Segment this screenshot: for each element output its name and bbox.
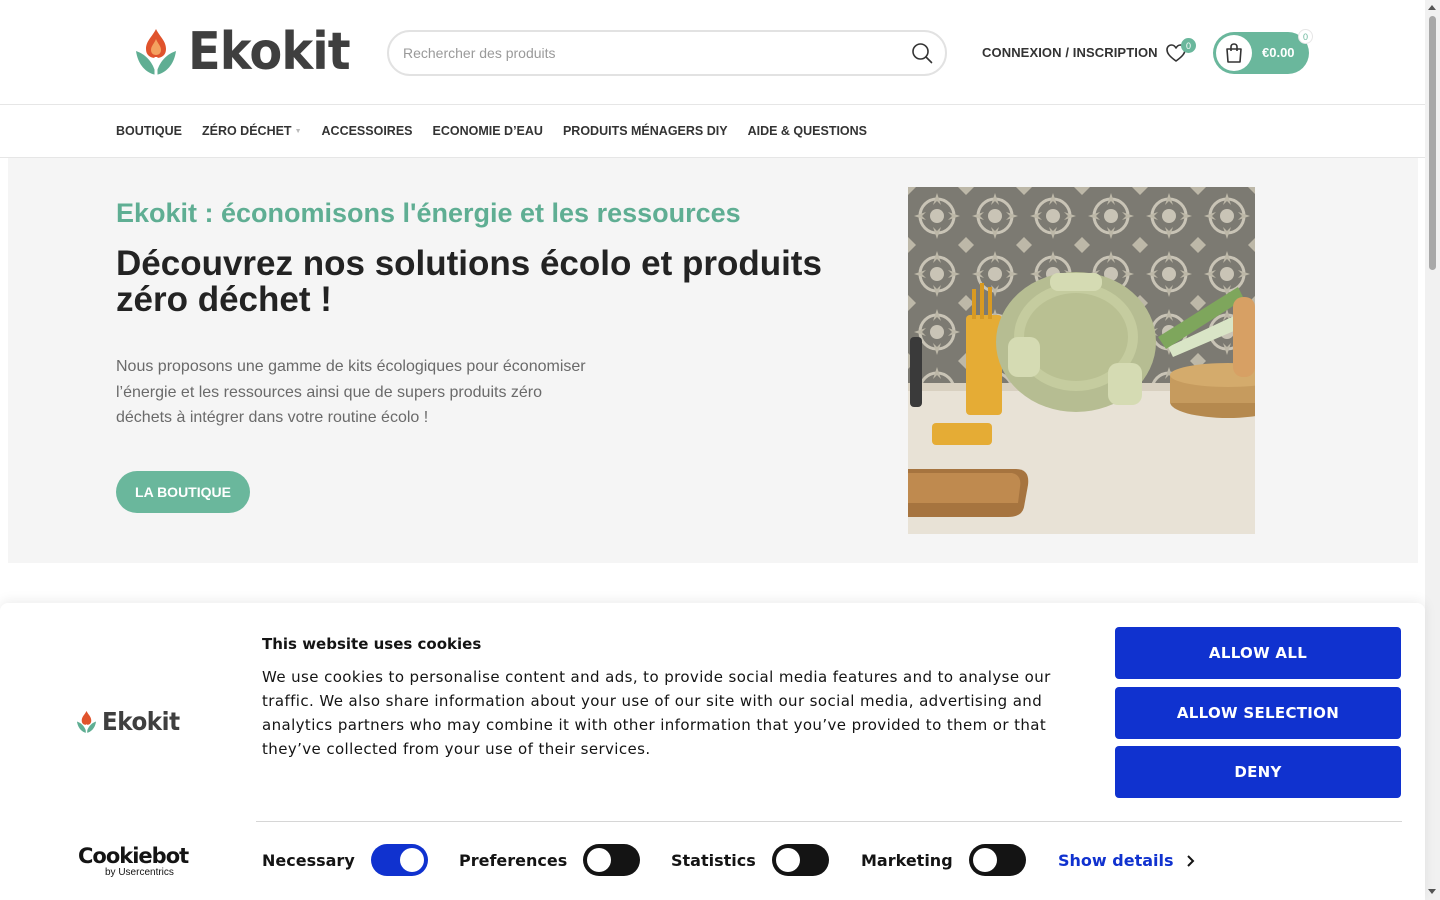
cookie-description: We use cookies to personalise content an… bbox=[262, 668, 1051, 758]
show-details-label: Show details bbox=[1058, 851, 1174, 870]
option-statistics: Statistics bbox=[671, 844, 829, 876]
scroll-down-arrow-icon[interactable] bbox=[1428, 889, 1436, 894]
allow-all-button[interactable]: ALLOW ALL bbox=[1115, 627, 1401, 679]
scrollbar-thumb[interactable] bbox=[1429, 16, 1436, 270]
logo-text: Ekokit bbox=[188, 22, 351, 82]
nav-item-accessoires[interactable]: ACCESSOIRES bbox=[322, 124, 413, 138]
cookie-divider bbox=[256, 821, 1402, 822]
cookie-logo-text: Ekokit bbox=[102, 707, 180, 736]
page-scrollbar[interactable] bbox=[1425, 0, 1440, 900]
nav-item-label: ACCESSOIRES bbox=[321, 124, 413, 138]
flame-leaf-logo-icon bbox=[136, 29, 176, 75]
cart-icon-wrap bbox=[1216, 35, 1252, 71]
allow-selection-button[interactable]: ALLOW SELECTION bbox=[1115, 687, 1401, 739]
preferences-toggle[interactable] bbox=[583, 844, 641, 876]
option-label: Statistics bbox=[671, 850, 756, 870]
cookie-banner-logo: Ekokit bbox=[76, 707, 186, 736]
toggle-knob bbox=[775, 848, 800, 872]
flame-leaf-logo-icon bbox=[76, 710, 97, 733]
option-label: Marketing bbox=[861, 850, 953, 870]
deny-button[interactable]: DENY bbox=[1115, 746, 1401, 798]
search-box bbox=[387, 30, 947, 76]
option-necessary: Necessary bbox=[262, 844, 428, 876]
main-navigation: BOUTIQUE ZÉRO DÉCHET ▼ ACCESSOIRES ECONOM… bbox=[0, 106, 1425, 158]
cookie-title: This website uses cookies bbox=[262, 635, 482, 653]
cart-count-badge: 0 bbox=[1298, 29, 1313, 44]
cookiebot-logo[interactable]: Cookiebot by Usercentrics bbox=[78, 844, 189, 879]
hero-description: Nous proposons une gamme de kits écologi… bbox=[116, 358, 586, 426]
hero-kicker: Ekokit : économisons l'énergie et les re… bbox=[116, 198, 741, 228]
chevron-right-icon bbox=[1186, 854, 1194, 867]
cookiebot-subtitle: by Usercentrics bbox=[105, 867, 174, 878]
statistics-toggle[interactable] bbox=[771, 844, 829, 876]
hero-title: Découvrez nos solutions écolo et produit… bbox=[116, 244, 822, 319]
nav-item-label: BOUTIQUE bbox=[116, 124, 182, 138]
nav-item-produits-menagers[interactable]: PRODUITS MÉNAGERS DIY bbox=[563, 124, 728, 138]
login-register-link[interactable]: CONNEXION / INSCRIPTION bbox=[982, 45, 1158, 60]
marketing-toggle[interactable] bbox=[968, 844, 1026, 876]
kitchen-products-illustration bbox=[908, 187, 1255, 534]
toggle-knob bbox=[972, 848, 997, 872]
option-marketing: Marketing bbox=[861, 844, 1026, 876]
search-input[interactable] bbox=[403, 32, 883, 74]
nav-item-zero-dechet[interactable]: ZÉRO DÉCHET ▼ bbox=[202, 124, 302, 138]
option-label: Preferences bbox=[459, 850, 568, 870]
site-header: Ekokit CONNEXION / INSCRIPTION 0 €0.00 0 bbox=[0, 0, 1425, 105]
option-preferences: Preferences bbox=[459, 844, 641, 876]
search-icon[interactable] bbox=[911, 42, 933, 64]
nav-item-label: PRODUITS MÉNAGERS DIY bbox=[562, 124, 728, 138]
chevron-down-icon: ▼ bbox=[294, 127, 302, 135]
necessary-toggle[interactable] bbox=[370, 844, 428, 876]
cart-button[interactable]: €0.00 bbox=[1213, 32, 1309, 74]
nav-item-aide-questions[interactable]: AIDE & QUESTIONS bbox=[748, 124, 867, 138]
site-logo[interactable]: Ekokit bbox=[134, 26, 364, 78]
scroll-up-arrow-icon[interactable] bbox=[1428, 5, 1436, 10]
nav-item-label: ECONOMIE D’EAU bbox=[432, 124, 543, 138]
cart-total: €0.00 bbox=[1262, 45, 1295, 60]
show-details-link[interactable]: Show details bbox=[1058, 851, 1196, 870]
nav-item-label: AIDE & QUESTIONS bbox=[747, 124, 868, 138]
wishlist-count-badge: 0 bbox=[1181, 38, 1196, 53]
hero-product-image bbox=[908, 187, 1255, 534]
toggle-knob bbox=[399, 848, 424, 872]
nav-item-boutique[interactable]: BOUTIQUE bbox=[116, 124, 182, 138]
cookiebot-name: Cookiebot bbox=[78, 844, 189, 868]
nav-item-label: ZÉRO DÉCHET bbox=[201, 124, 292, 138]
shop-button[interactable]: LA BOUTIQUE bbox=[116, 471, 250, 513]
cookie-consent-banner: Ekokit This website uses cookies We use … bbox=[0, 603, 1425, 900]
nav-item-economie-eau[interactable]: ECONOMIE D’EAU bbox=[433, 124, 543, 138]
option-label: Necessary bbox=[262, 850, 355, 870]
toggle-knob bbox=[587, 848, 612, 872]
shopping-bag-icon bbox=[1226, 43, 1242, 63]
hero-section: Ekokit : économisons l'énergie et les re… bbox=[8, 158, 1418, 563]
